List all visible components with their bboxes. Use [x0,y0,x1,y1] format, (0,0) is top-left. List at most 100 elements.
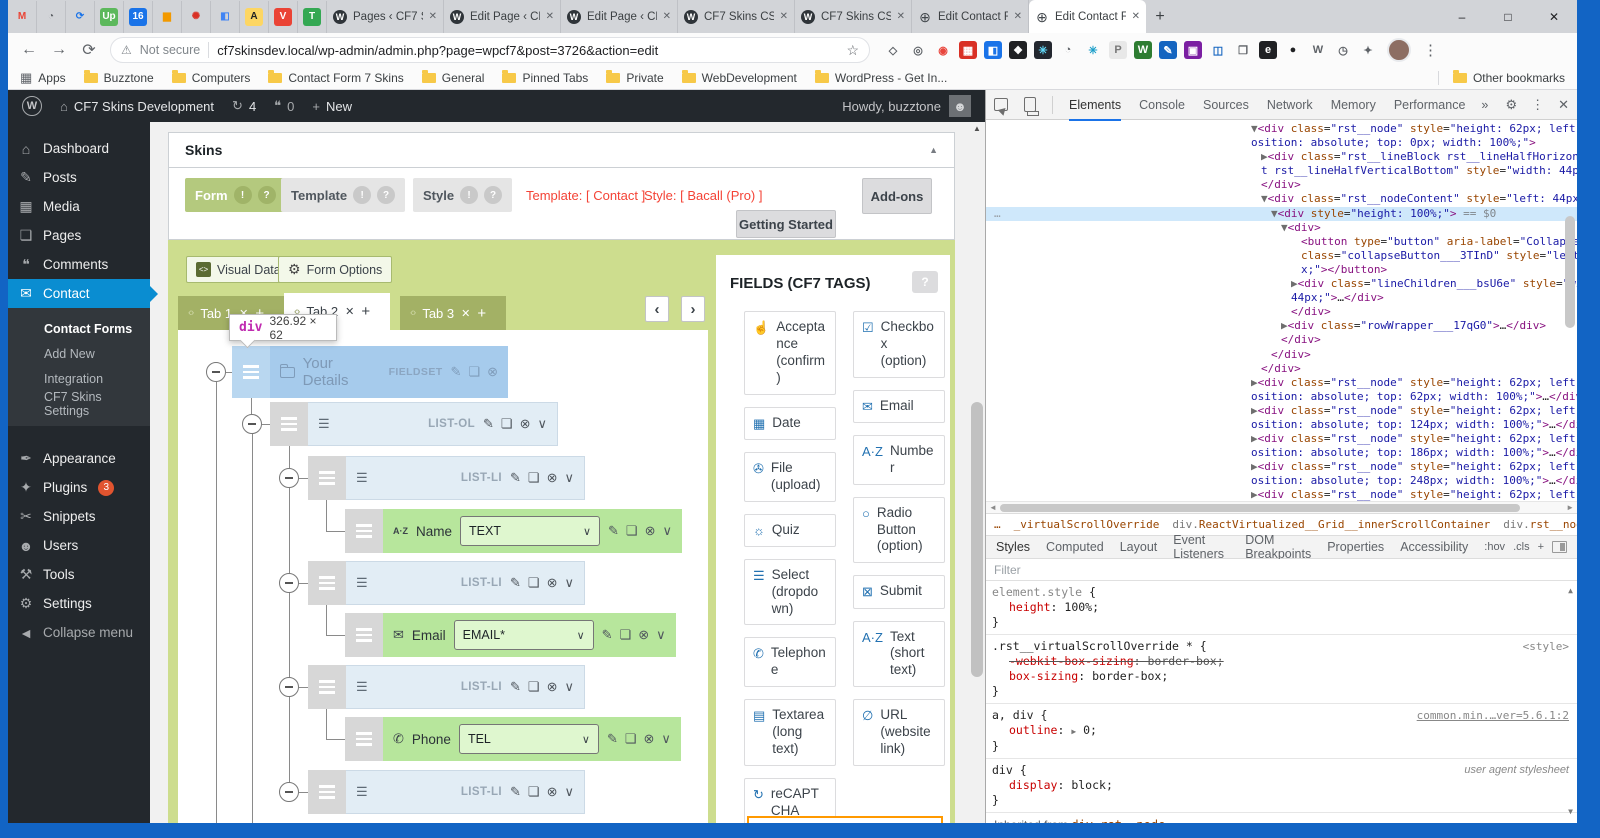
devtools-tab[interactable]: Memory [1331,90,1376,120]
duplicate-icon[interactable]: ❏ [626,523,638,539]
submenu-item[interactable]: Contact Forms [8,316,150,341]
browser-tab[interactable]: Edit Contact Form ‹ ✕ [912,0,1029,33]
chevron-down-icon[interactable]: ∨ [656,627,666,643]
chevron-down-icon[interactable]: ∨ [661,731,671,747]
extension-icon[interactable]: ✳ [1084,41,1102,59]
css-rule-element-style[interactable]: element.style { height: 100%; } [986,581,1577,635]
chevron-down-icon[interactable]: ∨ [564,575,574,591]
sidebar-item[interactable]: ▦ Media [8,192,150,221]
extension-icon[interactable]: ◇ [884,41,902,59]
edit-icon[interactable]: ✎ [510,679,521,695]
tree-row-fieldset[interactable]: Your Details FIELDSET ✎ ❏ ⊗ [232,346,508,398]
dom-node-line[interactable]: class="collapseButton___3TInD" style="le… [1251,249,1577,263]
browser-tab[interactable]: Edit Page ‹ CF7 Skin ✕ [561,0,678,33]
maximize-button[interactable]: □ [1485,0,1531,33]
pinned-tab-favicon[interactable]: Up [95,1,124,33]
sidebar-item[interactable]: ◄ Collapse menu [8,618,150,647]
chevron-down-icon[interactable]: ∨ [564,470,574,486]
new-rule-button[interactable]: + [1538,541,1544,553]
sidebar-item[interactable]: ✎ Posts [8,163,150,192]
duplicate-icon[interactable]: ❏ [528,679,540,695]
extension-icon[interactable]: W [1309,41,1327,59]
field-tag-button[interactable]: ⊠ Submit [853,575,945,608]
pinned-tab-favicon[interactable]: ✺ [182,1,211,33]
pinned-tab-favicon[interactable]: T [298,1,327,33]
sidebar-layout-icon[interactable] [1552,541,1567,553]
tab-close-icon[interactable]: ✕ [429,11,437,22]
tab-close-icon[interactable]: ✕ [1014,11,1022,22]
collapse-node-button[interactable] [279,573,299,593]
postbox-header[interactable]: Skins ▲ [168,132,955,168]
breadcrumb-item[interactable]: … [994,518,1001,531]
duplicate-icon[interactable]: ❏ [625,731,637,747]
field-tag-button[interactable]: ✆ Telephone [744,637,836,687]
extension-icon[interactable]: ◧ [984,41,1002,59]
dom-node-line[interactable]: ▶<div class="rst__node" style="height: 6… [1251,432,1577,446]
tree-row-field-name[interactable]: A·Z Name TEXT∨ ✎ ❏ ⊗ ∨ [345,509,672,553]
tab-style[interactable]: Style ! ? [413,178,512,212]
tab-add-icon[interactable]: + [477,305,486,322]
dom-node-line[interactable]: osition: absolute; top: 0px; width: 100%… [1251,136,1577,150]
addons-button[interactable]: Add-ons [862,178,932,214]
edit-icon[interactable]: ✎ [510,575,521,591]
dom-node-line[interactable]: osition: absolute; top: 248px; width: 10… [1251,474,1577,488]
submenu-item[interactable]: Integration [8,366,150,391]
edit-icon[interactable]: ✎ [608,523,619,539]
styles-tab[interactable]: Properties [1327,532,1384,562]
tab-close-icon[interactable]: ✕ [1132,11,1140,22]
edit-icon[interactable]: ✎ [510,470,521,486]
browser-tab[interactable]: Edit Contact Form ‹ ✕ [1029,0,1146,33]
browser-tab[interactable]: CF7 Skins CSS – Fol ✕ [678,0,795,33]
tab-form[interactable]: Form ! ? [185,178,286,212]
prev-tab-arrow[interactable]: ‹ [645,296,669,322]
delete-icon[interactable]: ⊗ [645,523,656,539]
dom-node-line[interactable]: </div> [1251,178,1577,192]
elements-scrollbar-thumb[interactable] [1565,216,1575,328]
sidebar-item[interactable]: ⚒ Tools [8,560,150,589]
browser-menu-icon[interactable]: ⋮ [1423,41,1438,59]
delete-icon[interactable]: ⊗ [547,784,558,800]
help-badge[interactable]: ? [377,186,395,204]
bookmark-folder[interactable]: General [422,71,485,85]
browser-tab[interactable]: Pages ‹ CF7 Skins Te ✕ [327,0,444,33]
style-source-link[interactable]: common.min.…ver=5.6.1:2 [1417,708,1569,723]
css-rule-div[interactable]: user agent stylesheet div { display: blo… [986,759,1577,813]
delete-icon[interactable]: ⊗ [547,470,558,486]
scroll-up-arrow[interactable]: ▲ [969,124,985,133]
wordpress-logo-icon[interactable]: W [22,96,42,116]
dom-node-line[interactable]: x;"></button> [1251,263,1577,277]
tab-close-icon[interactable]: ✕ [897,11,905,22]
bookmark-folder[interactable]: Pinned Tabs [502,71,588,85]
devtools-settings-icon[interactable]: ⚙ [1505,97,1517,113]
tree-row-list-ol[interactable]: ☰ LIST-OL ✎ ❏ ⊗ ∨ [270,402,558,446]
extension-icon[interactable]: ▣ [1184,41,1202,59]
dom-node-line[interactable]: ▶<div class="rowWrapper___17qG0">…</div> [1251,319,1577,333]
profile-avatar[interactable] [1387,38,1411,62]
chevron-down-icon[interactable]: ∨ [662,523,672,539]
tab-close-icon[interactable]: ✕ [345,305,354,318]
devtools-tab[interactable]: Console [1139,90,1185,120]
devtools-close-icon[interactable]: ✕ [1558,97,1569,113]
devtools-menu-icon[interactable]: ⋮ [1531,97,1544,113]
devtools-tab[interactable]: Performance [1394,90,1466,120]
device-toolbar-icon[interactable] [1024,97,1036,112]
duplicate-icon[interactable]: ❏ [501,416,513,432]
tree-row-field-phone[interactable]: ✆ Phone TEL∨ ✎ ❏ ⊗ ∨ [345,717,672,761]
devtools-tab[interactable]: Sources [1203,90,1249,120]
edit-icon[interactable]: ✎ [483,416,494,432]
duplicate-icon[interactable]: ❏ [620,627,632,643]
sidebar-item[interactable]: ✉ Contact [8,279,150,308]
scroll-left-arrow[interactable]: ◄ [989,503,997,512]
edit-icon[interactable]: ✎ [510,784,521,800]
collapse-node-button[interactable] [242,414,262,434]
delete-icon[interactable]: ⊗ [638,627,649,643]
sidebar-item[interactable]: ☻ Users [8,531,150,560]
extension-icon[interactable]: ◉ [934,41,952,59]
minimize-button[interactable]: – [1439,0,1485,33]
field-type-select[interactable]: EMAIL*∨ [454,620,594,650]
styles-scroll-up-arrow[interactable]: ▲ [1568,583,1573,598]
dom-node-line[interactable]: 44px;">…</div> [1251,291,1577,305]
delete-icon[interactable]: ⊗ [520,416,531,432]
extension-icon[interactable]: W [1134,41,1152,59]
new-content-menu[interactable]: + New [312,99,352,114]
